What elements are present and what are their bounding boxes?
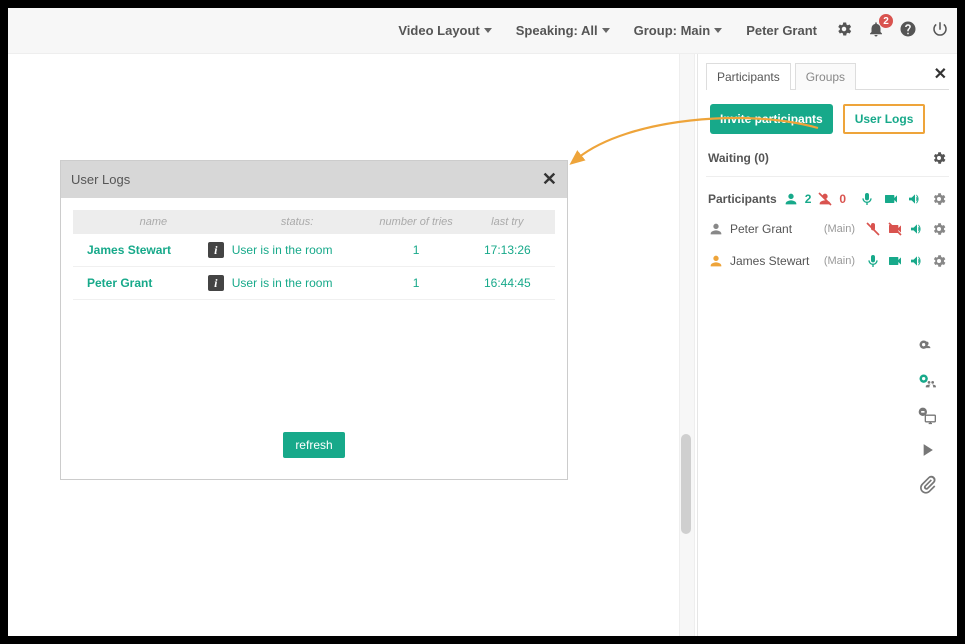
panel-tabs: Participants Groups ✕ xyxy=(698,54,957,89)
waiting-label: Waiting (0) xyxy=(708,151,769,165)
info-icon[interactable]: i xyxy=(208,242,224,258)
table-row: Peter Grant i User is in the room 1 16:4… xyxy=(73,267,555,300)
settings-icon[interactable] xyxy=(835,20,853,41)
side-strip xyxy=(667,54,697,636)
col-tries: number of tries xyxy=(367,216,466,228)
col-status: status: xyxy=(228,216,367,228)
video-off-icon[interactable] xyxy=(887,221,903,237)
person-off-icon xyxy=(817,191,833,207)
video-icon[interactable] xyxy=(887,253,903,269)
participant-name: James Stewart xyxy=(730,254,809,268)
table-header: name status: number of tries last try xyxy=(73,210,555,234)
dialog-title: User Logs xyxy=(71,172,130,187)
info-icon[interactable]: i xyxy=(208,275,224,291)
col-last: last try xyxy=(466,216,549,228)
mic-icon[interactable] xyxy=(859,191,875,207)
current-user-name: Peter Grant xyxy=(746,23,817,38)
help-icon[interactable] xyxy=(899,20,917,41)
camera-group-icon[interactable] xyxy=(917,372,937,392)
row-last: 17:13:26 xyxy=(466,243,549,257)
refresh-button[interactable]: refresh xyxy=(283,432,344,458)
caret-down-icon xyxy=(602,28,610,33)
row-tries: 1 xyxy=(367,243,466,257)
caret-down-icon xyxy=(484,28,492,33)
mic-off-icon[interactable] xyxy=(865,221,881,237)
row-last: 16:44:45 xyxy=(466,276,549,290)
side-tool-icons xyxy=(917,338,937,494)
user-logs-dialog: User Logs ✕ name status: number of tries… xyxy=(60,160,568,480)
row-status: User is in the room xyxy=(232,276,333,290)
row-settings-icon[interactable] xyxy=(931,253,947,269)
participants-header: Participants 2 0 xyxy=(698,181,957,213)
row-tries: 1 xyxy=(367,276,466,290)
scrollbar-thumb[interactable] xyxy=(681,434,691,534)
volume-icon[interactable] xyxy=(909,221,925,237)
tab-participants[interactable]: Participants xyxy=(706,63,791,90)
row-settings-icon[interactable] xyxy=(931,191,947,207)
person-icon xyxy=(708,221,724,237)
close-icon[interactable]: ✕ xyxy=(542,169,557,190)
table-row: James Stewart i User is in the room 1 17… xyxy=(73,234,555,267)
person-icon xyxy=(708,253,724,269)
tab-groups[interactable]: Groups xyxy=(795,63,856,90)
row-status: User is in the room xyxy=(232,243,333,257)
invite-participants-button[interactable]: Invite participants xyxy=(710,104,833,134)
muted-count: 0 xyxy=(839,192,846,206)
mic-icon[interactable] xyxy=(865,253,881,269)
participant-row: Peter Grant (Main) xyxy=(698,213,957,245)
dialog-header: User Logs ✕ xyxy=(61,161,567,198)
person-icon xyxy=(783,191,799,207)
row-name: Peter Grant xyxy=(87,276,152,290)
screen-share-icon[interactable] xyxy=(917,406,937,426)
attachment-icon[interactable] xyxy=(917,474,937,494)
user-logs-button[interactable]: User Logs xyxy=(843,104,926,134)
camera-person-icon[interactable] xyxy=(917,338,937,358)
power-icon[interactable] xyxy=(931,20,949,41)
participants-label: Participants xyxy=(708,192,777,206)
scrollbar-track[interactable] xyxy=(679,54,695,636)
participant-row: James Stewart (Main) xyxy=(698,245,957,277)
speaking-menu[interactable]: Speaking: All xyxy=(516,23,610,38)
active-count: 2 xyxy=(805,192,812,206)
speaking-label: Speaking: All xyxy=(516,23,598,38)
notifications-icon[interactable]: 2 xyxy=(867,20,885,41)
video-layout-label: Video Layout xyxy=(398,23,479,38)
video-icon[interactable] xyxy=(883,191,899,207)
notification-badge: 2 xyxy=(879,14,893,28)
volume-icon[interactable] xyxy=(907,191,923,207)
group-label: Group: Main xyxy=(634,23,711,38)
top-bar: Video Layout Speaking: All Group: Main P… xyxy=(8,8,957,54)
participant-name: Peter Grant xyxy=(730,222,792,236)
waiting-settings-icon[interactable] xyxy=(931,150,947,166)
col-name: name xyxy=(79,216,228,228)
row-name: James Stewart xyxy=(87,243,171,257)
participant-room: (Main) xyxy=(824,255,855,267)
group-menu[interactable]: Group: Main xyxy=(634,23,723,38)
video-layout-menu[interactable]: Video Layout xyxy=(398,23,491,38)
volume-icon[interactable] xyxy=(909,253,925,269)
caret-down-icon xyxy=(714,28,722,33)
row-settings-icon[interactable] xyxy=(931,221,947,237)
participant-room: (Main) xyxy=(824,223,855,235)
close-panel-icon[interactable]: ✕ xyxy=(934,64,947,84)
waiting-section-header: Waiting (0) xyxy=(698,144,957,172)
play-icon[interactable] xyxy=(917,440,937,460)
